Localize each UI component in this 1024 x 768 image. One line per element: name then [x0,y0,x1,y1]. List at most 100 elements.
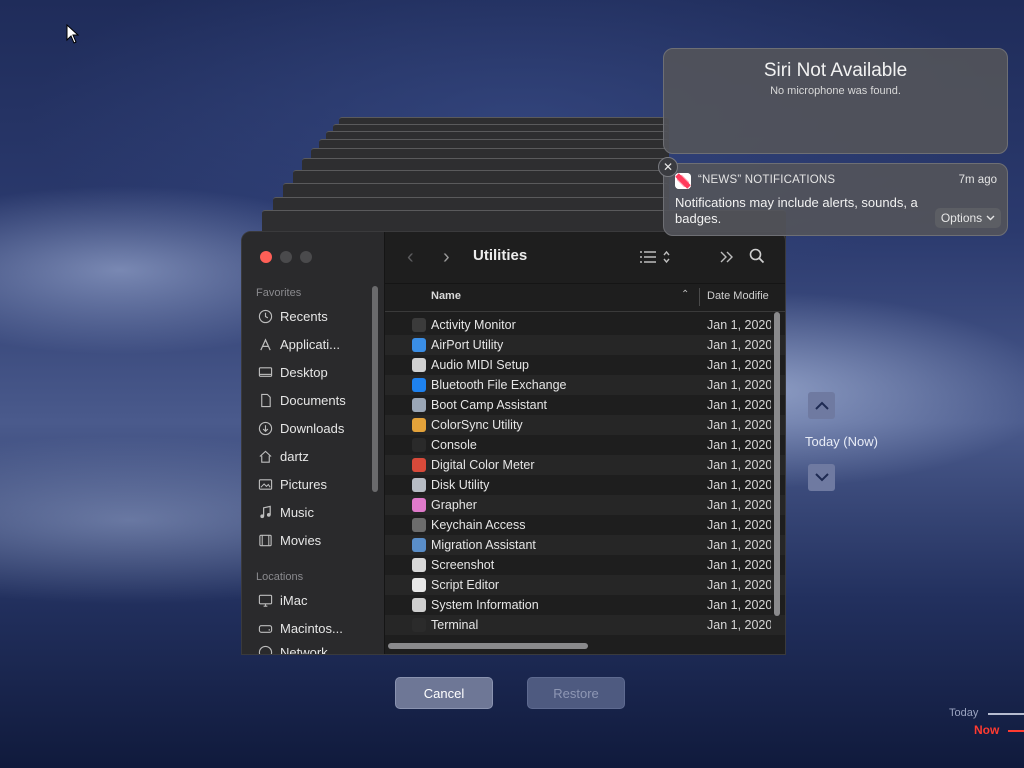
news-notification[interactable]: “NEWS” NOTIFICATIONS 7m ago Notification… [663,163,1008,236]
column-divider[interactable] [699,288,700,306]
sidebar-item-imac[interactable]: iMac [258,589,378,611]
app-icon [412,418,426,432]
file-name: Boot Camp Assistant [431,398,548,412]
app-icon [412,578,426,592]
app-icon [412,338,426,352]
list-item[interactable]: Bluetooth File Exchange Jan 1, 2020 [385,375,785,395]
app-icon [412,618,426,632]
sidebar-item-label: Pictures [280,476,327,492]
close-window-button[interactable] [260,251,272,263]
time-forward-button[interactable] [808,464,835,491]
sidebar-item-movies[interactable]: Movies [258,529,378,551]
app-icon [412,458,426,472]
news-app-icon [675,173,691,189]
notification-body: Notifications may include alerts, sounds… [675,195,918,226]
list-item[interactable]: Keychain Access Jan 1, 2020 [385,515,785,535]
close-icon[interactable]: ✕ [658,157,678,177]
app-icon [412,498,426,512]
timeline-now-label[interactable]: Now [974,723,999,737]
app-icon [412,318,426,332]
timeline-today-label[interactable]: Today [949,707,978,719]
file-date: Jan 1, 2020 [707,618,771,632]
chevron-up-icon [814,401,829,410]
horizontal-scrollbar[interactable] [388,643,588,649]
file-date: Jan 1, 2020 [707,478,771,492]
list-item[interactable]: Audio MIDI Setup Jan 1, 2020 [385,355,785,375]
list-item[interactable]: Terminal Jan 1, 2020 [385,615,785,635]
app-icon [412,358,426,372]
back-arrow-icon[interactable]: ‹ [407,246,414,269]
sidebar-item-label: Desktop [280,364,328,380]
list-item[interactable]: AirPort Utility Jan 1, 2020 [385,335,785,355]
applications-icon [260,337,271,350]
file-name: Digital Color Meter [431,458,535,472]
options-button[interactable]: Options [935,208,1001,228]
list-item[interactable]: Grapher Jan 1, 2020 [385,495,785,515]
music-icon [260,505,271,518]
timeline-tick[interactable] [988,713,1024,715]
file-date: Jan 1, 2020 [707,458,771,472]
app-icon [412,398,426,412]
sidebar-item-label: Documents [280,392,346,408]
cancel-button[interactable]: Cancel [395,677,493,709]
file-date: Jan 1, 2020 [707,598,771,612]
sidebar-item-documents[interactable]: Documents [258,389,378,411]
list-item[interactable]: Console Jan 1, 2020 [385,435,785,455]
list-item[interactable]: Digital Color Meter Jan 1, 2020 [385,455,785,475]
sidebar-item-network[interactable]: Network [258,645,378,654]
timeline-now-tick[interactable] [1008,730,1024,732]
column-name-header[interactable]: Name [431,290,461,302]
sort-ascending-icon: ⌃ [681,289,690,300]
sidebar-item-applications[interactable]: Applicati... [258,333,378,355]
sidebar-item-music[interactable]: Music [258,501,378,523]
sidebar-section-favorites: Favorites [256,287,302,299]
notification-time: 7m ago [958,174,997,186]
list-item[interactable]: Boot Camp Assistant Jan 1, 2020 [385,395,785,415]
file-date: Jan 1, 2020 [707,498,771,512]
siri-notification[interactable]: Siri Not Available No microphone was fou… [663,48,1008,154]
sidebar-scrollbar[interactable] [372,286,378,492]
list-item[interactable]: ColorSync Utility Jan 1, 2020 [385,415,785,435]
list-item[interactable]: Migration Assistant Jan 1, 2020 [385,535,785,555]
file-name: Screenshot [431,558,495,572]
sidebar-item-macintosh-hd[interactable]: Macintos... [258,617,378,639]
restore-button[interactable]: Restore [527,677,625,709]
column-date-header[interactable]: Date Modifie [707,290,769,302]
notification-subtitle: No microphone was found. [770,85,901,97]
sidebar-item-recents[interactable]: Recents [258,305,378,327]
sidebar-item-home[interactable]: dartz [258,445,378,467]
list-item[interactable]: Activity Monitor Jan 1, 2020 [385,315,785,335]
minimize-window-button[interactable] [280,251,292,263]
list-view-icon[interactable] [639,249,673,265]
disk-icon [258,624,273,633]
file-name: Disk Utility [431,478,490,492]
sidebar-item-downloads[interactable]: Downloads [258,417,378,439]
sidebar-item-label: Macintos... [280,620,343,636]
list-item[interactable]: Disk Utility Jan 1, 2020 [385,475,785,495]
app-icon [412,478,426,492]
app-icon [412,438,426,452]
file-name: Activity Monitor [431,318,516,332]
list-item[interactable]: Script Editor Jan 1, 2020 [385,575,785,595]
zoom-window-button[interactable] [300,251,312,263]
time-back-button[interactable] [808,392,835,419]
forward-arrow-icon[interactable]: › [443,246,450,269]
clock-icon [258,309,273,323]
sidebar-item-desktop[interactable]: Desktop [258,361,378,383]
list-item[interactable]: System Information Jan 1, 2020 [385,595,785,615]
sidebar-item-pictures[interactable]: Pictures [258,473,378,495]
file-name: Migration Assistant [431,538,536,552]
file-name: AirPort Utility [431,338,504,352]
imac-icon [258,594,273,607]
app-icon [412,518,426,532]
sidebar-item-label: dartz [280,448,309,464]
vertical-scrollbar[interactable] [774,312,780,616]
file-date: Jan 1, 2020 [707,318,771,332]
file-date: Jan 1, 2020 [707,398,771,412]
more-chevrons-icon[interactable] [720,251,734,263]
file-date: Jan 1, 2020 [707,418,771,432]
sidebar: Favorites Recents Applicati... Desktop D… [242,232,385,654]
list-item[interactable]: Screenshot Jan 1, 2020 [385,555,785,575]
search-icon[interactable] [749,248,765,264]
document-icon [261,393,271,407]
